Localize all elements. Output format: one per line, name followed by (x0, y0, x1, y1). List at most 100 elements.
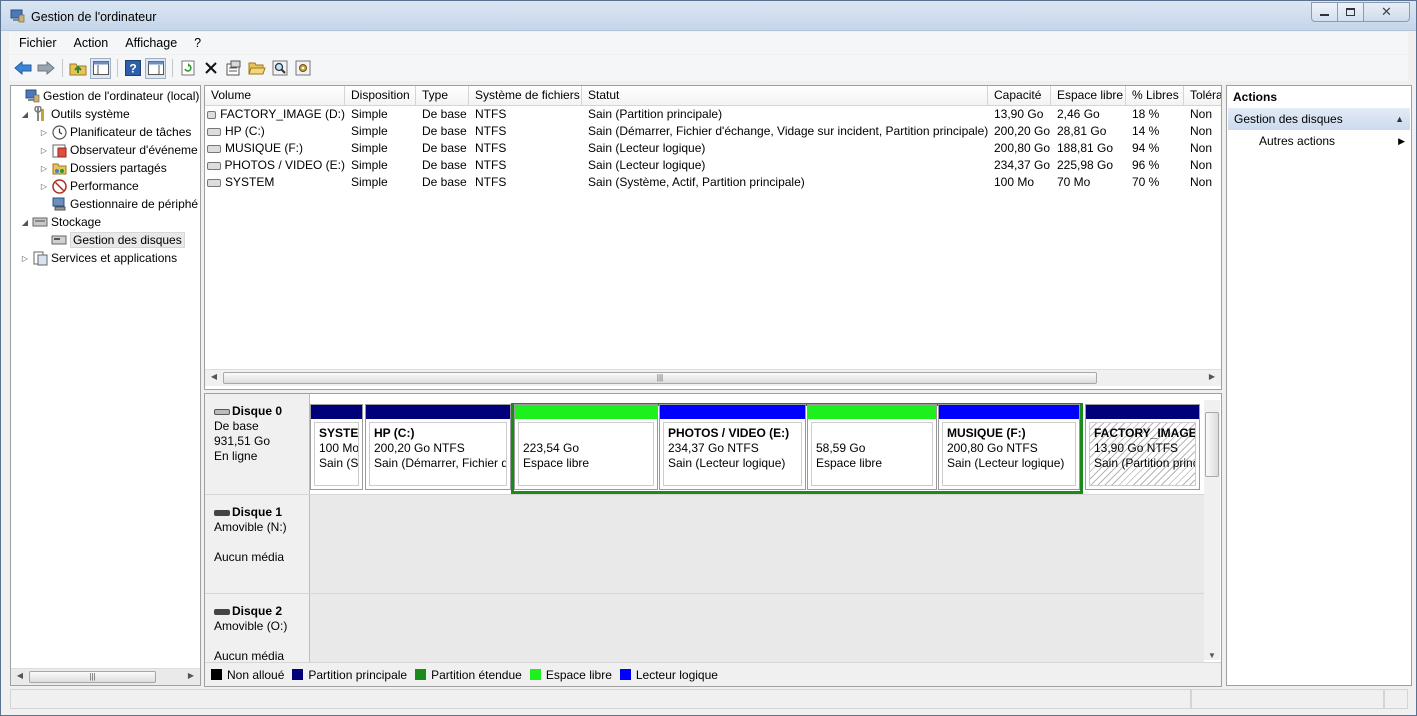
actions-section-disk-management[interactable]: Gestion des disques ▲ (1228, 108, 1410, 130)
collapse-triangle-icon[interactable]: ◢ (20, 217, 30, 227)
scroll-left-icon[interactable]: ◀ (13, 671, 27, 680)
volume-row[interactable]: HP (C:) Simple De base NTFS Sain (Démarr… (205, 123, 1221, 140)
title-bar[interactable]: Gestion de l'ordinateur ✕ (1, 1, 1416, 31)
toolbar-separator (172, 59, 173, 77)
column-header-filesystem[interactable]: Système de fichiers (469, 86, 582, 105)
properties-button[interactable] (223, 58, 244, 79)
collapse-up-icon[interactable]: ▲ (1395, 114, 1404, 124)
tree-item-device-manager[interactable]: Gestionnaire de périphé (39, 195, 198, 213)
help-button[interactable]: ? (122, 58, 143, 79)
disk-row-0[interactable]: Disque 0 De base 931,51 Go En ligne SYST… (205, 394, 1204, 495)
expand-triangle-icon[interactable]: ▷ (20, 253, 30, 263)
free-space-2[interactable]: 58,59 Go Espace libre (807, 404, 937, 490)
column-header-free-space[interactable]: Espace libre (1051, 86, 1126, 105)
partition-musique-f[interactable]: MUSIQUE (F:) 200,80 Go NTFS Sain (Lecteu… (938, 404, 1080, 490)
toolbar-separator (117, 59, 118, 77)
expand-triangle-icon[interactable]: ▷ (39, 163, 49, 173)
disk-view-vertical-scrollbar[interactable]: ▼ (1204, 400, 1220, 660)
tree-item-storage[interactable]: ◢ Stockage (20, 213, 101, 231)
status-bar (10, 689, 1408, 709)
computer-management-icon (24, 88, 40, 104)
tree-item-computer-management[interactable]: Gestion de l'ordinateur (local) (12, 87, 199, 105)
more-actions-item[interactable]: Autres actions ▶ (1227, 130, 1411, 152)
expand-triangle-icon[interactable]: ▷ (39, 145, 49, 155)
volume-row[interactable]: MUSIQUE (F:) Simple De base NTFS Sain (L… (205, 140, 1221, 157)
search-button[interactable] (269, 58, 290, 79)
free-space-1[interactable]: 223,54 Go Espace libre (514, 404, 658, 490)
partition-photos-video-e[interactable]: PHOTOS / VIDEO (E:) 234,37 Go NTFS Sain … (659, 404, 806, 490)
disk-empty-area (310, 495, 1204, 593)
back-button[interactable] (12, 58, 33, 79)
volume-row[interactable]: FACTORY_IMAGE (D:) Simple De base NTFS S… (205, 106, 1221, 123)
volume-row[interactable]: PHOTOS / VIDEO (E:) Simple De base NTFS … (205, 157, 1221, 174)
folder-up-icon (69, 63, 86, 76)
tree-item-system-tools[interactable]: ◢ Outils système (20, 105, 130, 123)
legend-item: Non alloué (211, 668, 284, 682)
properties-icon (226, 60, 240, 76)
menu-help[interactable]: ? (184, 36, 208, 50)
scroll-right-icon[interactable]: ▶ (184, 671, 198, 680)
clock-icon (51, 124, 67, 140)
scrollbar-thumb[interactable]: ||| (29, 671, 156, 683)
partition-system[interactable]: SYSTEM 100 Mo NTFS Sain (Système, Actif,… (310, 404, 363, 490)
refresh-button[interactable] (177, 58, 198, 79)
tree-item-services-applications[interactable]: ▷ Services et applications (20, 249, 177, 267)
disk-row-1[interactable]: Disque 1 Amovible (N:) Aucun média (205, 495, 1204, 594)
scrollbar-thumb[interactable]: ||| (223, 372, 1097, 384)
tree-item-event-viewer[interactable]: ▷ Observateur d'événeme (39, 141, 198, 159)
collapse-triangle-icon[interactable]: ◢ (20, 109, 30, 119)
tree-item-disk-management[interactable]: Gestion des disques (39, 231, 185, 249)
legend: Non alloué Partition principale Partitio… (205, 662, 1221, 686)
legend-item: Partition principale (292, 668, 407, 682)
column-header-volume[interactable]: Volume (205, 86, 345, 105)
expand-triangle-icon[interactable]: ▷ (39, 181, 49, 191)
open-button[interactable] (246, 58, 267, 79)
disk-info[interactable]: Disque 2 Amovible (O:) Aucun média (205, 594, 310, 664)
settings-button[interactable] (292, 58, 313, 79)
disk-info[interactable]: Disque 0 De base 931,51 Go En ligne (205, 394, 310, 494)
partition-hp-c[interactable]: HP (C:) 200,20 Go NTFS Sain (Démarrer, F… (365, 404, 511, 490)
show-hide-action-pane-button[interactable] (145, 57, 166, 79)
console-tree-icon (92, 61, 109, 75)
show-hide-console-tree-button[interactable] (90, 57, 111, 79)
scroll-down-icon[interactable]: ▼ (1208, 651, 1216, 660)
device-manager-icon (51, 196, 67, 212)
column-header-layout[interactable]: Disposition (345, 86, 416, 105)
scroll-right-icon[interactable]: ▶ (1205, 372, 1219, 381)
volume-list-header: Volume Disposition Type Système de fichi… (205, 86, 1221, 106)
menu-action[interactable]: Action (64, 36, 116, 50)
legend-item: Lecteur logique (619, 668, 718, 682)
column-header-type[interactable]: Type (416, 86, 469, 105)
status-segment (1191, 689, 1385, 709)
column-header-fault-tolerance[interactable]: Toléra (1184, 86, 1221, 105)
disk-info[interactable]: Disque 1 Amovible (N:) Aucun média (205, 495, 310, 593)
tree-item-performance[interactable]: ▷ Performance (39, 177, 139, 195)
menu-view[interactable]: Affichage (115, 36, 184, 50)
expand-triangle-icon[interactable]: ▷ (39, 127, 49, 137)
volume-list-horizontal-scrollbar[interactable]: ◀ ||| ▶ (205, 369, 1221, 386)
legend-item: Partition étendue (415, 668, 522, 682)
partition-factory-image[interactable]: FACTORY_IMAGE 13,90 Go NTFS Sain (Partit… (1085, 404, 1200, 490)
tree-item-task-scheduler[interactable]: ▷ Planificateur de tâches (39, 123, 191, 141)
tree-item-shared-folders[interactable]: ▷ Dossiers partagés (39, 159, 167, 177)
tree-horizontal-scrollbar[interactable]: ◀ ||| ▶ (11, 668, 200, 685)
minimize-button[interactable] (1311, 2, 1338, 22)
menu-file[interactable]: Fichier (9, 36, 64, 50)
system-tools-icon (32, 106, 48, 122)
scroll-left-icon[interactable]: ◀ (207, 372, 221, 381)
scrollbar-thumb[interactable] (1205, 412, 1219, 477)
column-header-percent-free[interactable]: % Libres (1126, 86, 1184, 105)
settings-gear-icon (295, 60, 310, 76)
action-pane-icon (147, 61, 164, 75)
column-header-status[interactable]: Statut (582, 86, 988, 105)
maximize-button[interactable] (1338, 2, 1364, 22)
volume-row[interactable]: SYSTEM Simple De base NTFS Sain (Système… (205, 174, 1221, 191)
column-header-capacity[interactable]: Capacité (988, 86, 1051, 105)
close-button[interactable]: ✕ (1364, 2, 1410, 22)
delete-button[interactable] (200, 58, 221, 79)
up-level-button[interactable] (67, 58, 88, 79)
disk-row-2[interactable]: Disque 2 Amovible (O:) Aucun média (205, 594, 1204, 664)
help-icon: ? (124, 60, 141, 76)
forward-button[interactable] (35, 58, 56, 79)
shared-folder-icon (51, 160, 67, 176)
